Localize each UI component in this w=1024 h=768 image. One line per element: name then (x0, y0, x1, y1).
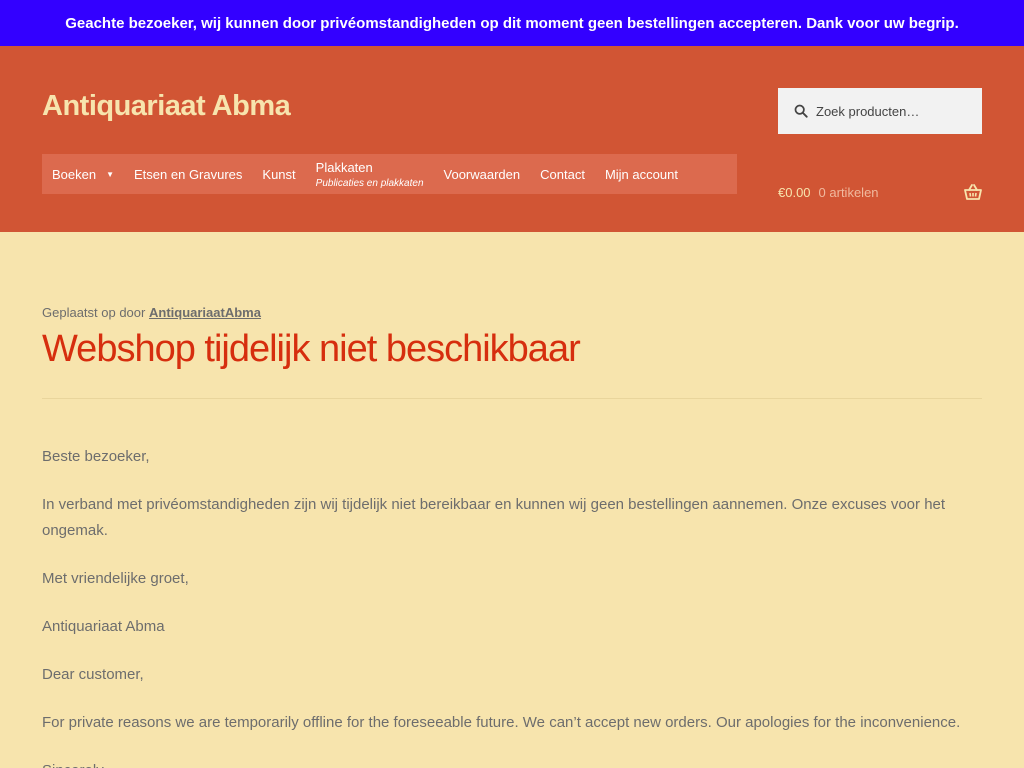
nav-item-boeken[interactable]: Boeken ▼ (42, 154, 124, 194)
nav-item-label: Contact (540, 166, 585, 182)
primary-navigation: Boeken ▼ Etsen en Gravures Kunst Plakkat… (42, 154, 737, 194)
paragraph: For private reasons we are temporarily o… (42, 714, 961, 731)
product-search (778, 88, 982, 134)
paragraph: Sincerely, (42, 758, 982, 768)
cart-amount: €0.00 (778, 184, 811, 200)
nav-item-description: Publicaties en plakkaten (315, 177, 424, 189)
paragraph: Met vriendelijke groet, (42, 570, 189, 587)
post-author-link[interactable]: AntiquariaatAbma (149, 305, 261, 320)
cart-count: 0 artikelen (818, 184, 879, 200)
site-header: Antiquariaat Abma Boeken ▼ Etsen en Grav… (0, 46, 1024, 232)
paragraph: In verband met privéomstandigheden zijn … (42, 496, 946, 539)
nav-item-label: Plakkaten (315, 159, 373, 175)
paragraph: Beste bezoeker, (42, 448, 150, 465)
nav-item-etsen-en-gravures[interactable]: Etsen en Gravures (124, 154, 252, 194)
search-input[interactable] (816, 103, 966, 119)
basket-icon (964, 184, 982, 200)
post-meta: Geplaatst op door AntiquariaatAbma (42, 305, 261, 320)
site-title[interactable]: Antiquariaat Abma (42, 90, 291, 123)
header-cart[interactable]: €0.00 0 artikelen (778, 182, 982, 202)
post-title: Webshop tijdelijk niet beschikbaar (42, 328, 581, 370)
title-divider (42, 398, 982, 399)
nav-item-plakkaten[interactable]: Plakkaten Publicaties en plakkaten (306, 154, 434, 194)
nav-item-label: Boeken (52, 166, 97, 182)
search-icon (794, 104, 808, 118)
nav-item-label: Voorwaarden (443, 166, 521, 182)
nav-item-contact[interactable]: Contact (530, 154, 595, 194)
post-content: Beste bezoeker, In verband met privéomst… (42, 444, 982, 768)
nav-item-label: Mijn account (604, 166, 678, 182)
nav-item-label: Etsen en Gravures (134, 166, 243, 182)
paragraph: Dear customer, (42, 666, 144, 683)
nav-item-label: Kunst (262, 166, 296, 182)
nav-item-mijn-account[interactable]: Mijn account (595, 154, 688, 194)
nav-item-voorwaarden[interactable]: Voorwaarden (434, 154, 531, 194)
paragraph: Antiquariaat Abma (42, 618, 165, 635)
caret-down-icon: ▼ (106, 169, 115, 179)
nav-item-kunst[interactable]: Kunst (252, 154, 305, 194)
post-meta-prefix: Geplaatst op door (42, 305, 146, 320)
store-notice: Geachte bezoeker, wij kunnen door privéo… (0, 0, 1024, 46)
